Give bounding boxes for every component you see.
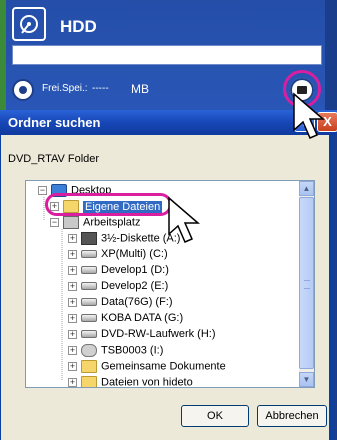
tree-item-label: 3½-Diskette (A:)	[101, 232, 181, 245]
tree-scrollbar[interactable]: ▲ ▼	[299, 181, 314, 387]
tree-item[interactable]: + Gemeinsame Dokumente	[68, 360, 226, 376]
expand-icon[interactable]: +	[68, 249, 77, 259]
expand-icon[interactable]: +	[50, 202, 59, 211]
tree-item-label: Dateien von hideto	[101, 376, 193, 388]
tree-item[interactable]: + Develop2 (E:)	[68, 280, 168, 296]
scroll-thumb[interactable]	[299, 197, 314, 369]
tree-item[interactable]: + TSB0003 (I:)	[68, 344, 163, 360]
free-space-unit: MB	[131, 82, 149, 96]
tree-item-label: Arbeitsplatz	[83, 216, 141, 229]
dvd-drive-icon	[81, 330, 97, 339]
tree-item-label: Data(76G) (F:)	[101, 296, 173, 309]
drive-icon	[81, 314, 97, 323]
folder-tree[interactable]: − Desktop + Eigene Dateien − Arbeitsplatz +3½-…	[25, 180, 315, 388]
drive-icon	[81, 266, 97, 275]
tree-item-label: DVD-RW-Laufwerk (H:)	[101, 328, 216, 341]
tree-item[interactable]: +3½-Diskette (A:)	[68, 232, 180, 248]
free-space-label: Frei.Spei.:	[42, 83, 88, 94]
expand-icon[interactable]: +	[68, 265, 77, 275]
tree-item[interactable]: + DVD-RW-Laufwerk (H:)	[68, 328, 216, 344]
collapse-icon[interactable]: −	[50, 218, 59, 227]
tree-item[interactable]: + KOBA DATA (G:)	[68, 312, 183, 328]
expand-icon[interactable]: +	[68, 234, 77, 243]
tree-item-label: Desktop	[71, 184, 112, 197]
folder-icon	[81, 360, 97, 373]
dialog-titlebar[interactable]: Ordner suchen ? X	[0, 110, 337, 135]
path-field[interactable]	[12, 45, 322, 65]
tree-item-label: Gemeinsame Dokumente	[101, 360, 226, 373]
tree-item-label: Eigene Dateien	[83, 200, 163, 213]
folder-browse-dialog: Ordner suchen ? X DVD_RTAV Folder − Deskt…	[0, 110, 337, 440]
folder-icon	[63, 200, 79, 213]
drive-icon	[81, 250, 97, 259]
tree-item[interactable]: + Develop1 (D:)	[68, 264, 169, 280]
dialog-title: Ordner suchen	[8, 115, 101, 130]
tree-item-label: Develop2 (E:)	[101, 280, 169, 293]
tree-item-label: Develop1 (D:)	[101, 264, 169, 277]
cancel-button[interactable]: Abbrechen	[257, 405, 327, 427]
tree-item[interactable]: − Desktop	[38, 184, 111, 200]
drive-icon	[81, 282, 97, 291]
expand-icon[interactable]: +	[68, 346, 77, 355]
folder-icon	[81, 376, 97, 387]
floppy-icon	[81, 232, 97, 245]
disc-icon	[12, 79, 34, 101]
expand-icon[interactable]: +	[68, 281, 77, 291]
expand-icon[interactable]: +	[68, 313, 77, 323]
expand-icon[interactable]: +	[68, 378, 77, 387]
hdd-icon	[12, 7, 46, 41]
expand-icon[interactable]: +	[68, 329, 77, 339]
tree-item-label: XP(Multi) (C:)	[101, 248, 168, 261]
tree-item[interactable]: − Arbeitsplatz	[50, 216, 140, 232]
tree-item[interactable]: + Dateien von hideto	[68, 376, 193, 388]
close-button[interactable]: X	[317, 112, 337, 132]
tree-item[interactable]: + XP(Multi) (C:)	[68, 248, 168, 264]
expand-icon[interactable]: +	[68, 297, 77, 307]
network-drive-icon	[81, 344, 97, 357]
dialog-client: DVD_RTAV Folder − Desktop + Eigene Dateien −…	[0, 135, 333, 440]
expand-icon[interactable]: +	[68, 362, 77, 371]
scroll-up-button[interactable]: ▲	[299, 181, 314, 196]
tree-item-label: TSB0003 (I:)	[101, 344, 164, 357]
ok-button[interactable]: OK	[181, 405, 249, 427]
panel-title: HDD	[60, 17, 97, 36]
desktop-icon	[51, 184, 67, 197]
folder-caption: DVD_RTAV Folder	[8, 153, 100, 165]
collapse-icon[interactable]: −	[38, 186, 47, 195]
tree-item-label: KOBA DATA (G:)	[101, 312, 184, 325]
drive-icon	[81, 298, 97, 307]
browse-folder-button[interactable]	[290, 78, 314, 102]
tree-item[interactable]: + Eigene Dateien	[50, 200, 163, 216]
free-space-value: -----	[92, 83, 109, 94]
tree-item[interactable]: + Data(76G) (F:)	[68, 296, 173, 312]
computer-icon	[63, 216, 79, 229]
scroll-down-button[interactable]: ▼	[299, 372, 314, 387]
help-button[interactable]: ?	[294, 112, 315, 132]
